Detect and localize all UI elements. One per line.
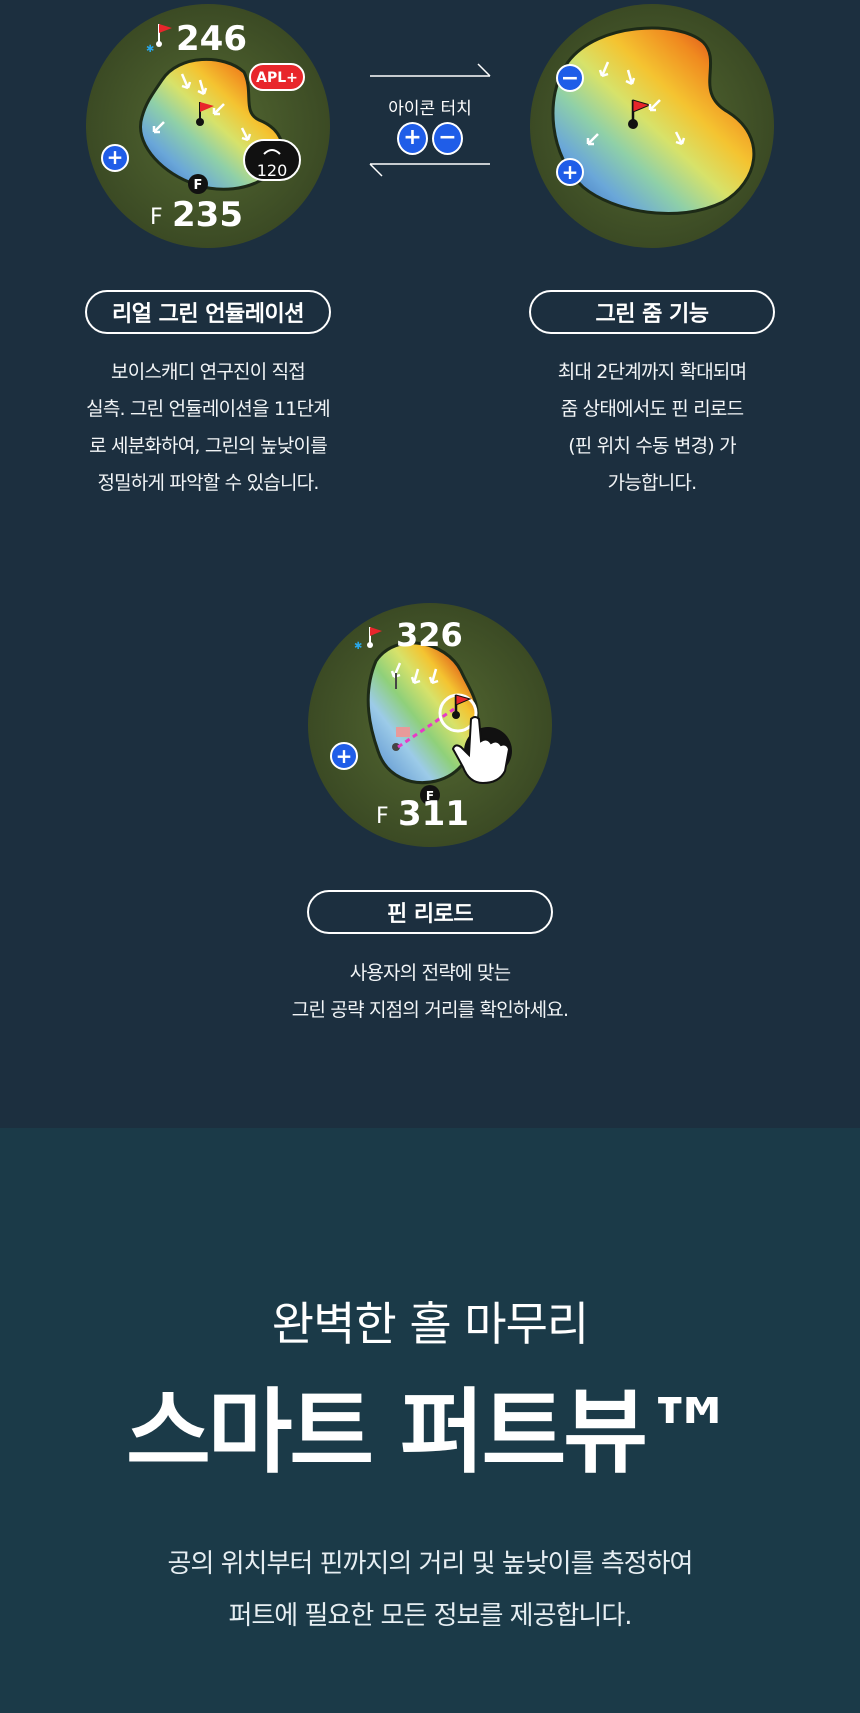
smart-putt-subtitle: 완벽한 홀 마무리 bbox=[271, 1297, 589, 1351]
feature-desc-undulation: 보이스캐디 연구진이 직접 실측. 그린 언듈레이션을 11단계 로 세분화하여… bbox=[86, 361, 331, 494]
bluetooth-icon: ✱ bbox=[146, 44, 154, 55]
svg-text:+: + bbox=[562, 160, 579, 184]
watch-face-undulation: ✱ 246 APL+ + 120 F F 235 bbox=[86, 4, 330, 248]
arrow-left-icon bbox=[369, 163, 490, 177]
front-distance: 235 bbox=[172, 195, 243, 235]
feature-title-pin-reload: 핀 리로드 bbox=[307, 890, 553, 934]
feature-desc-zoom: 최대 2단계까지 확대되며 줌 상태에서도 핀 리로드 (핀 위치 수동 변경)… bbox=[557, 361, 747, 494]
svg-text:+: + bbox=[107, 145, 124, 169]
layup-value: 120 bbox=[257, 161, 288, 180]
feature-title-zoom: 그린 줌 기능 bbox=[529, 290, 775, 334]
svg-text:F: F bbox=[194, 178, 203, 193]
front-distance: 311 bbox=[398, 794, 469, 834]
apl-badge: APL+ bbox=[256, 70, 298, 86]
smart-putt-description: 공의 위치부터 핀까지의 거리 및 높낮이를 측정하여 퍼트에 필요한 모든 정… bbox=[167, 1549, 694, 1631]
zoom-out-icon: − bbox=[432, 122, 463, 155]
zoom-controls: + − bbox=[397, 122, 463, 155]
smart-putt-section: 완벽한 홀 마무리 스마트 퍼트뷰™ 공의 위치부터 핀까지의 거리 및 높낮이… bbox=[0, 1128, 860, 1713]
watch-face-pin-reload: ✱ 326 + F F 311 bbox=[308, 603, 552, 847]
zoom-in-icon: + bbox=[397, 122, 428, 155]
arrow-right-icon bbox=[370, 63, 491, 77]
icon-touch-caption: 아이콘 터치 bbox=[388, 99, 472, 119]
smart-putt-title: 스마트 퍼트뷰™ bbox=[126, 1379, 737, 1486]
svg-text:+: + bbox=[336, 744, 353, 768]
pin-distance: 246 bbox=[176, 19, 247, 59]
front-label: F bbox=[150, 205, 163, 230]
bluetooth-icon: ✱ bbox=[354, 641, 362, 652]
pin-distance: 326 bbox=[396, 616, 463, 654]
svg-text:−: − bbox=[561, 66, 579, 91]
front-label: F bbox=[376, 804, 389, 829]
feature-title-undulation: 리얼 그린 언듈레이션 bbox=[85, 290, 331, 334]
watch-face-zoom: − + bbox=[530, 4, 774, 248]
feature-desc-pin-reload: 사용자의 전략에 맞는 그린 공략 지점의 거리를 확인하세요. bbox=[291, 962, 569, 1021]
